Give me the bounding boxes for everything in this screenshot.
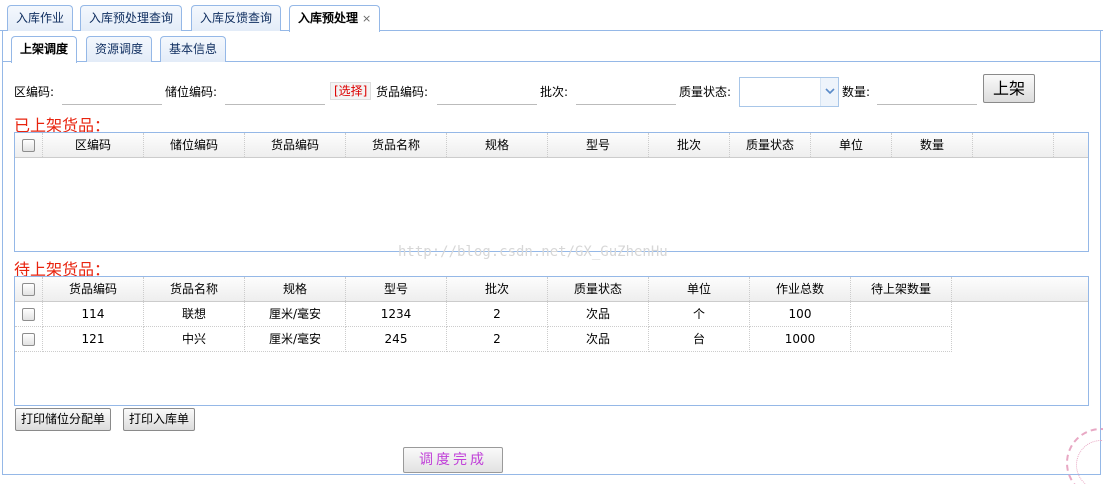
batch-label: 批次:: [540, 85, 569, 99]
cell-model: 245: [346, 327, 447, 352]
outer-tab-strip: 入库作业 入库预处理查询 入库反馈查询 入库预处理 ×: [0, 0, 1103, 32]
tab-label: 入库反馈查询: [200, 11, 273, 25]
tab-label: 入库预处理查询: [89, 11, 174, 25]
zone-code-label: 区编码:: [14, 85, 55, 99]
slot-code-label: 储位编码:: [165, 85, 218, 99]
column-header[interactable]: 货品名称: [346, 133, 447, 157]
cell-goods-code: 114: [43, 302, 144, 327]
column-header[interactable]: 质量状态: [548, 277, 649, 301]
row-checkbox[interactable]: [22, 333, 35, 346]
tab-shelving-dispatch[interactable]: 上架调度: [11, 36, 78, 63]
batch-input[interactable]: [576, 78, 676, 105]
shelve-button[interactable]: 上架: [983, 74, 1035, 103]
goods-code-label: 货品编码:: [376, 85, 429, 99]
column-header[interactable]: 货品名称: [144, 277, 245, 301]
print-slot-allocation-button[interactable]: 打印储位分配单: [15, 408, 112, 431]
column-header[interactable]: 货品编码: [43, 277, 144, 301]
select-all-cell: [15, 277, 43, 301]
goods-code-input[interactable]: [437, 78, 537, 105]
select-all-checkbox[interactable]: [22, 283, 35, 296]
tab-label: 基本信息: [169, 42, 218, 56]
column-header[interactable]: 质量状态: [730, 133, 811, 157]
column-header[interactable]: 货品编码: [245, 133, 346, 157]
row-checkbox-cell: [15, 302, 43, 327]
select-all-checkbox[interactable]: [22, 139, 35, 152]
quantity-label: 数量:: [842, 85, 871, 99]
tab-inbound-preprocess[interactable]: 入库预处理 ×: [289, 5, 381, 32]
watermark: http://blog.csdn.net/GX_GuZhenHu: [398, 244, 668, 260]
cell-goods-code: 121: [43, 327, 144, 352]
column-header[interactable]: 作业总数: [750, 277, 851, 301]
cell-total: 1000: [750, 327, 851, 352]
column-header[interactable]: 储位编码: [144, 133, 245, 157]
row-checkbox-cell: [15, 327, 43, 352]
column-header[interactable]: 单位: [811, 133, 892, 157]
cell-quality: 次品: [548, 302, 649, 327]
cell-goods-name: 中兴: [144, 327, 245, 352]
cell-quality: 次品: [548, 327, 649, 352]
cell-batch: 2: [447, 302, 548, 327]
column-header[interactable]: 规格: [245, 277, 346, 301]
quality-status-label: 质量状态:: [679, 85, 732, 99]
cell-unit: 个: [649, 302, 750, 327]
column-header-empty: [973, 133, 1054, 157]
app-window: 入库作业 入库预处理查询 入库反馈查询 入库预处理 × 上架调度 资源调度 基本信…: [0, 0, 1103, 484]
column-header[interactable]: 单位: [649, 277, 750, 301]
shelved-goods-grid: 区编码 储位编码 货品编码 货品名称 规格 型号 批次 质量状态 单位 数量: [14, 132, 1089, 252]
column-header[interactable]: 区编码: [43, 133, 144, 157]
zone-code-input[interactable]: [62, 78, 162, 105]
cell-spec: 厘米/毫安: [245, 302, 346, 327]
row-checkbox[interactable]: [22, 308, 35, 321]
tab-inbound-feedback-query[interactable]: 入库反馈查询: [191, 5, 282, 31]
grid-header: 区编码 储位编码 货品编码 货品名称 规格 型号 批次 质量状态 单位 数量: [15, 133, 1088, 158]
column-header[interactable]: 批次: [447, 277, 548, 301]
cell-batch: 2: [447, 327, 548, 352]
column-header[interactable]: 型号: [548, 133, 649, 157]
tab-inbound-preprocess-query[interactable]: 入库预处理查询: [80, 5, 183, 31]
tab-resource-dispatch[interactable]: 资源调度: [86, 36, 153, 62]
pending-goods-grid: 货品编码 货品名称 规格 型号 批次 质量状态 单位 作业总数 待上架数量 11…: [14, 276, 1089, 406]
tab-label: 上架调度: [20, 42, 69, 56]
cell-spec: 厘米/毫安: [245, 327, 346, 352]
quality-status-select[interactable]: [739, 77, 839, 107]
column-header[interactable]: 批次: [649, 133, 730, 157]
column-header[interactable]: 待上架数量: [851, 277, 952, 301]
cell-total: 100: [750, 302, 851, 327]
print-inbound-slip-button[interactable]: 打印入库单: [123, 408, 196, 431]
quantity-input[interactable]: [877, 78, 977, 105]
cell-model: 1234: [346, 302, 447, 327]
select-slot-link[interactable]: [选择]: [330, 82, 372, 100]
tab-label: 资源调度: [95, 42, 144, 56]
inner-tab-strip: 上架调度 资源调度 基本信息: [3, 31, 1100, 63]
close-icon[interactable]: ×: [362, 12, 371, 25]
tab-basic-info[interactable]: 基本信息: [160, 36, 227, 62]
grid-header: 货品编码 货品名称 规格 型号 批次 质量状态 单位 作业总数 待上架数量: [15, 277, 1088, 302]
column-header[interactable]: 规格: [447, 133, 548, 157]
tab-inbound-operation[interactable]: 入库作业: [7, 5, 74, 31]
dropdown-button[interactable]: [820, 78, 838, 106]
slot-code-input[interactable]: [225, 78, 325, 105]
tab-label: 入库预处理: [298, 11, 359, 25]
select-all-cell: [15, 133, 43, 157]
chevron-down-icon: [825, 88, 835, 95]
tab-label: 入库作业: [16, 11, 65, 25]
dispatch-complete-button[interactable]: 调度完成: [403, 447, 503, 473]
cell-pending-qty[interactable]: [851, 302, 952, 327]
cell-goods-name: 联想: [144, 302, 245, 327]
cell-unit: 台: [649, 327, 750, 352]
cell-pending-qty[interactable]: [851, 327, 952, 352]
column-header[interactable]: 数量: [892, 133, 973, 157]
column-header[interactable]: 型号: [346, 277, 447, 301]
